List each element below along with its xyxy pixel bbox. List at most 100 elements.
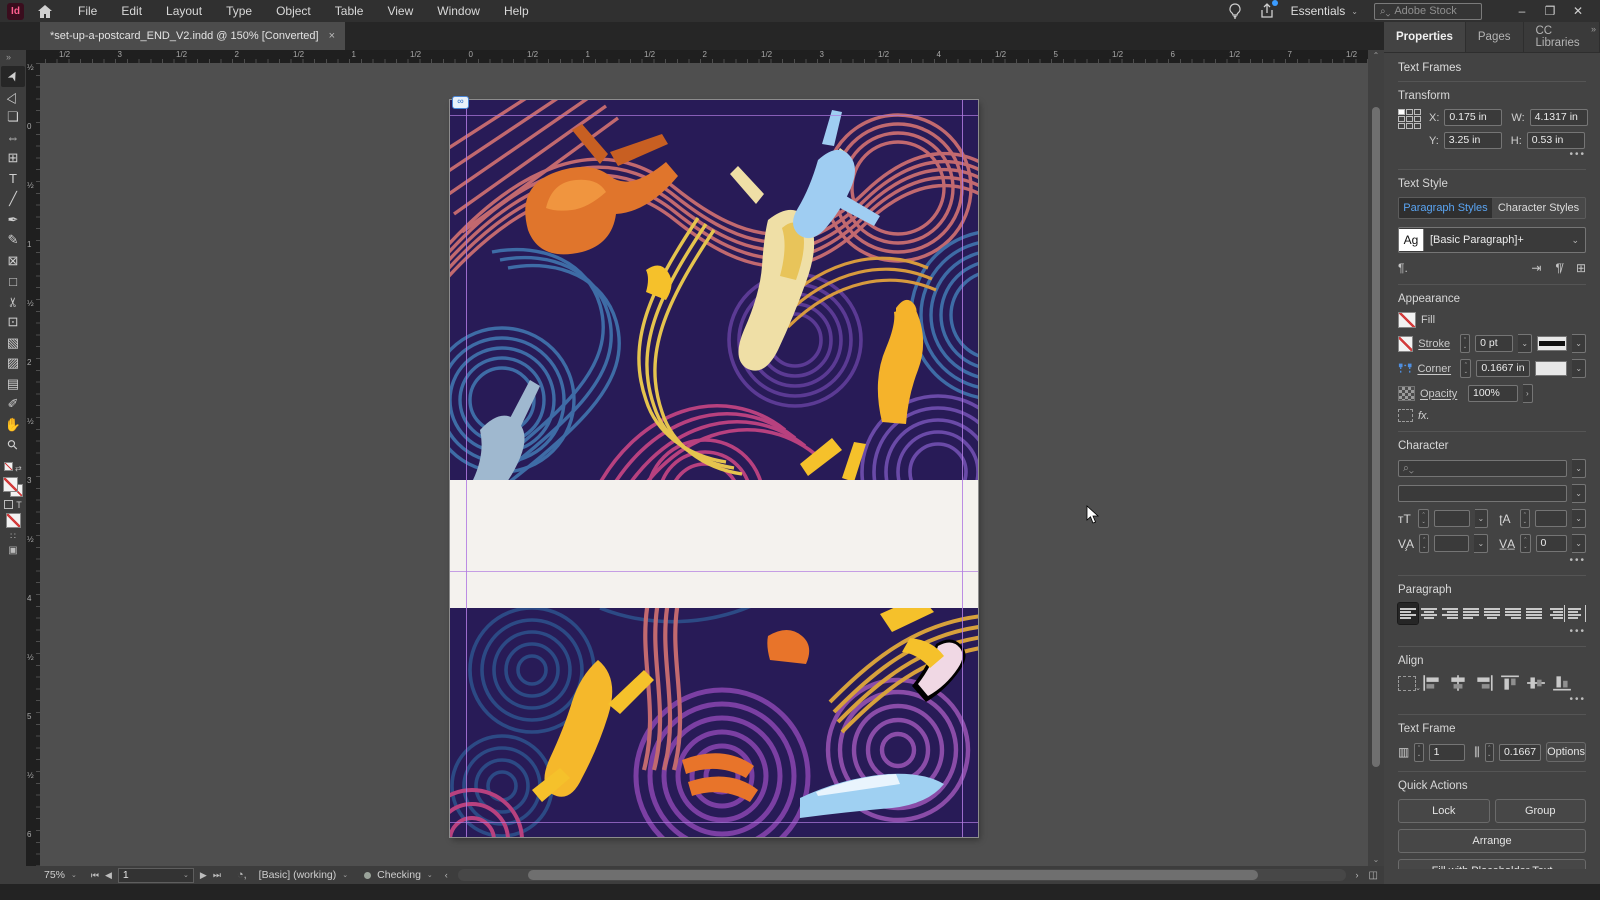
screen-mode-icon[interactable]: ▣: [8, 545, 17, 556]
vertical-ruler[interactable]: ½ 0 ½ 1 ½ 2 ½ 3 ½ 4 ½ 5 ½ 6: [26, 63, 40, 866]
stroke-type-dropdown[interactable]: ⌄: [1572, 334, 1586, 353]
align-horizontal-centers-button[interactable]: [1448, 674, 1468, 692]
rectangle-tool[interactable]: □: [1, 271, 25, 292]
status-chevron-icon[interactable]: ⌄: [427, 871, 433, 879]
align-right-button[interactable]: [1440, 603, 1460, 624]
line-tool[interactable]: ╱: [1, 189, 25, 210]
transform-more-options[interactable]: •••: [1398, 149, 1586, 160]
font-family-chevron[interactable]: ⌄: [1572, 459, 1586, 478]
selection-tool[interactable]: ➤: [1, 66, 25, 87]
gap-tool[interactable]: ⇔: [1, 128, 25, 149]
scroll-left-icon[interactable]: ‹: [445, 870, 448, 880]
horizontal-scrollbar[interactable]: [457, 869, 1346, 881]
paragraph-more-options[interactable]: •••: [1398, 626, 1586, 637]
hand-tool[interactable]: ✋: [1, 415, 25, 436]
preflight-profile[interactable]: [Basic] (working): [259, 869, 337, 881]
corner-radius-field[interactable]: 0.1667 in: [1476, 360, 1530, 377]
leading-stepper[interactable]: ⌃ ⌄: [1519, 509, 1531, 528]
last-page-button[interactable]: ⏭: [213, 870, 221, 881]
document-page[interactable]: JUNE - JULY MISC. GALLERY SAN FRANCISCO …: [450, 96, 978, 900]
corner-shape-dropdown[interactable]: ⌄: [1572, 359, 1587, 378]
free-transform-tool[interactable]: ⊡: [1, 312, 25, 333]
preflight-chevron-icon[interactable]: ⌄: [342, 871, 348, 879]
eyedropper-tool[interactable]: ✐: [1, 394, 25, 415]
tab-properties[interactable]: Properties: [1384, 22, 1466, 52]
previous-page-button[interactable]: ◀: [105, 870, 112, 881]
corner-shape-preview[interactable]: [1534, 361, 1568, 376]
align-towards-spine-button[interactable]: [1545, 603, 1565, 624]
align-left-edges-button[interactable]: [1422, 674, 1442, 692]
postcard-top-artwork[interactable]: [450, 100, 978, 480]
menu-help[interactable]: Help: [504, 4, 529, 18]
opacity-expand-arrow[interactable]: ›: [1523, 384, 1533, 403]
kerning-chevron[interactable]: ⌄: [1474, 534, 1489, 553]
object-effects-icon[interactable]: [1398, 409, 1413, 422]
justify-all-button[interactable]: [1524, 603, 1544, 624]
menu-layout[interactable]: Layout: [166, 4, 202, 18]
character-more-options[interactable]: •••: [1398, 555, 1586, 566]
gradient-swatch-tool[interactable]: ▧: [1, 333, 25, 354]
note-tool[interactable]: ▤: [1, 374, 25, 395]
stroke-stepper[interactable]: ⌃ ⌄: [1459, 334, 1471, 353]
columns-field[interactable]: 1: [1428, 743, 1466, 761]
kerning-stepper[interactable]: ⌃ ⌄: [1419, 534, 1430, 553]
right-margin-guide[interactable]: [962, 100, 963, 837]
apply-none-swatch[interactable]: [5, 512, 21, 528]
preflight-status[interactable]: Checking: [377, 869, 421, 881]
text-frame-options-button[interactable]: Options: [1546, 742, 1586, 762]
workspace-switcher[interactable]: Essentials ⌄: [1291, 4, 1358, 18]
leading-chevron[interactable]: ⌄: [1572, 509, 1586, 528]
page-number-field[interactable]: 1 ⌄: [117, 867, 194, 883]
kerning-field[interactable]: [1434, 535, 1470, 552]
next-page-button[interactable]: ▶: [200, 870, 207, 881]
gutter-field[interactable]: 0.1667: [1498, 743, 1542, 761]
stock-search-input[interactable]: ⌕⌄ Adobe Stock: [1374, 2, 1482, 20]
align-top-edges-button[interactable]: [1500, 674, 1520, 692]
horizontal-ruler[interactable]: 1/2 3 1/2 2 1/2 1 1/2 0 1/2 1 1/2 2 1/2 3 1/2 4 1/2 5 1/2 6…: [40, 50, 1368, 63]
style-override-icon[interactable]: ¶̸: [1555, 261, 1561, 275]
ruler-guide[interactable]: [450, 571, 978, 572]
postcard-bottom-artwork[interactable]: [450, 608, 978, 837]
paragraph-style-dropdown[interactable]: Ag [Basic Paragraph]+ ⌄: [1398, 227, 1586, 253]
pencil-tool[interactable]: ✎: [1, 230, 25, 251]
scroll-right-icon[interactable]: ›: [1356, 870, 1359, 880]
tools-overflow-icon[interactable]: »: [6, 52, 11, 62]
horizontal-scroll-thumb[interactable]: [527, 870, 1258, 880]
lock-button[interactable]: Lock: [1398, 799, 1490, 823]
paragraph-mark-icon[interactable]: ¶.: [1398, 261, 1408, 275]
redefine-style-icon[interactable]: ⇥: [1531, 261, 1541, 275]
arrange-button[interactable]: Arrange: [1398, 829, 1586, 853]
tab-pages[interactable]: Pages: [1466, 22, 1524, 52]
group-button[interactable]: Group: [1494, 799, 1586, 823]
zoom-tool[interactable]: ⚲: [1, 435, 25, 456]
vertical-scrollbar[interactable]: ⌃ ⌄: [1368, 50, 1384, 866]
height-field[interactable]: 0.53 in: [1526, 132, 1585, 149]
direct-selection-tool[interactable]: ▷: [1, 87, 25, 108]
minimize-button[interactable]: –: [1508, 4, 1536, 18]
tab-close-icon[interactable]: ×: [329, 30, 335, 42]
stroke-label[interactable]: Stroke: [1418, 338, 1455, 350]
document-tab[interactable]: *set-up-a-postcard_END_V2.indd @ 150% [C…: [40, 22, 346, 50]
x-field[interactable]: 0.175 in: [1444, 109, 1503, 126]
paragraph-styles-tab[interactable]: Paragraph Styles: [1399, 198, 1492, 218]
view-options-icon[interactable]: ∷: [10, 531, 16, 542]
pasteboard[interactable]: JUNE - JULY MISC. GALLERY SAN FRANCISCO …: [40, 63, 1368, 900]
default-fill-stroke-icon[interactable]: ⇄: [4, 461, 22, 474]
font-style-chevron[interactable]: ⌄: [1572, 484, 1586, 503]
columns-stepper[interactable]: ⌃ ⌄: [1414, 742, 1424, 762]
tab-cc-libraries[interactable]: CC Libraries: [1524, 22, 1600, 52]
split-view-icon[interactable]: ◫: [1369, 870, 1378, 881]
top-margin-guide[interactable]: [450, 115, 978, 116]
gutter-stepper[interactable]: ⌃ ⌄: [1484, 742, 1494, 762]
font-style-dropdown[interactable]: [1398, 485, 1568, 502]
fill-placeholder-button[interactable]: Fill with Placeholder Text: [1398, 859, 1586, 869]
new-style-icon[interactable]: ⊞: [1576, 261, 1586, 275]
close-button[interactable]: ✕: [1564, 4, 1592, 18]
left-margin-guide[interactable]: [466, 100, 467, 837]
menu-edit[interactable]: Edit: [121, 4, 142, 18]
justify-right-button[interactable]: [1503, 603, 1523, 624]
menu-window[interactable]: Window: [437, 4, 480, 18]
tracking-chevron[interactable]: ⌄: [1572, 534, 1586, 553]
zoom-chevron-icon[interactable]: ⌄: [71, 871, 77, 879]
fill-swatch[interactable]: [1398, 312, 1416, 328]
